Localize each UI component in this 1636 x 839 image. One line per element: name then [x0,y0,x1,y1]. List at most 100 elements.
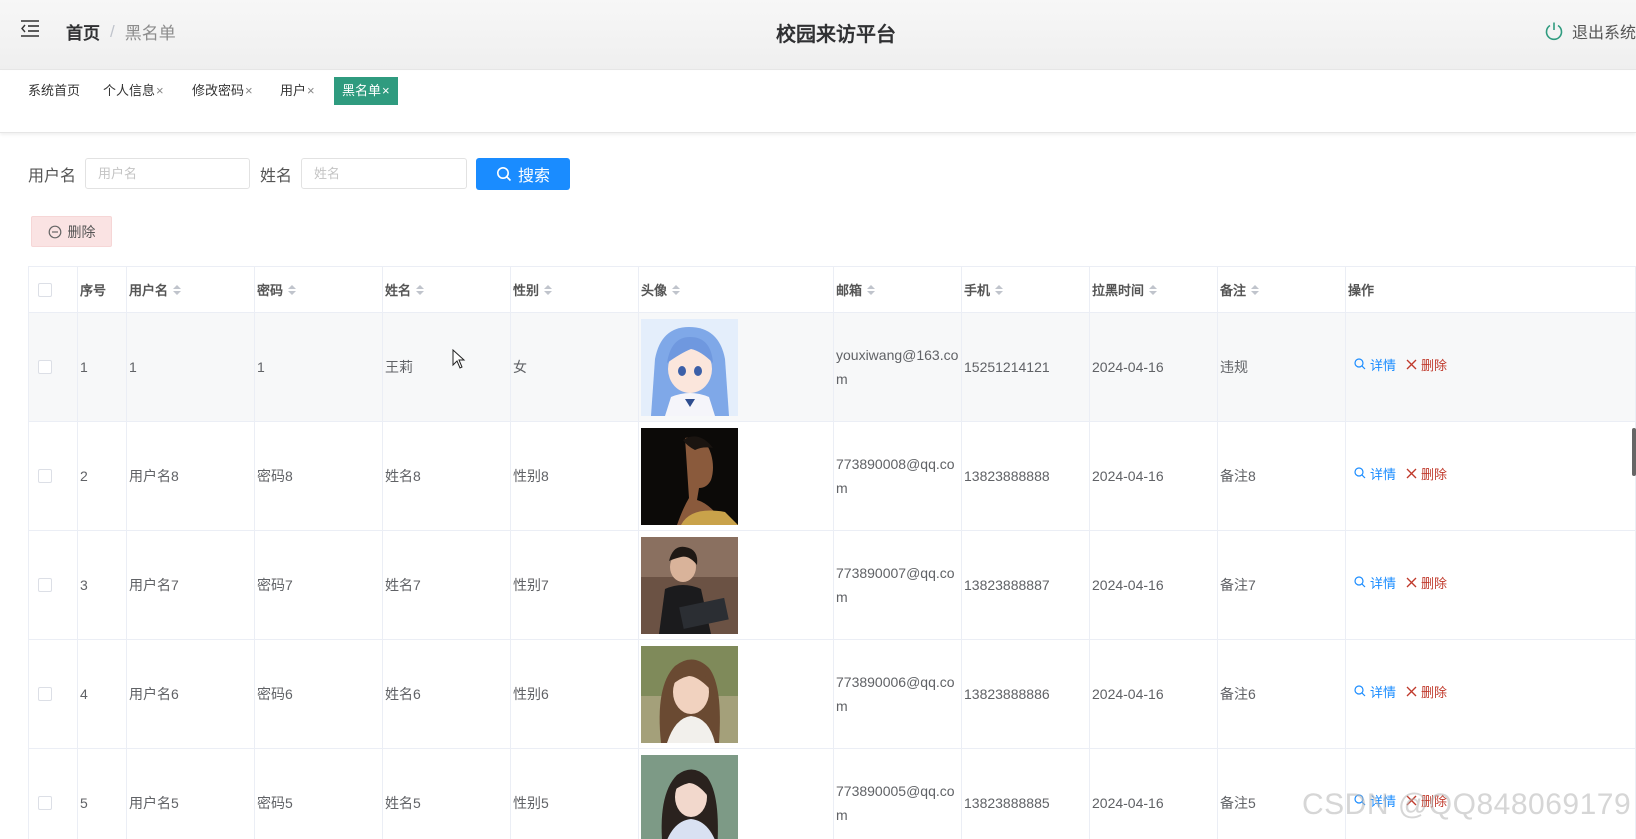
cell-note: 备注7 [1218,531,1346,639]
header-username[interactable]: 用户名 [127,267,255,312]
delete-button[interactable]: 删除 [1406,464,1447,483]
tag-profile[interactable]: 个人信息× [103,77,164,105]
detail-button[interactable]: 详情 [1354,573,1396,592]
row-select-cell [29,531,78,639]
scrollbar-thumb[interactable] [1632,428,1636,476]
sort-caret-icon[interactable] [1149,284,1158,295]
cell-email: 773890006@qq.com [834,640,962,748]
row-checkbox[interactable] [38,578,52,592]
table-header-row: 序号 用户名 密码 姓名 性别 头像 邮箱 手机 拉黑时间 备注 操作 [29,267,1636,313]
logout-label: 退出系统 [1572,25,1636,42]
cell-actions: 详情 删除 [1346,313,1636,421]
avatar-image[interactable] [641,536,738,634]
header-phone[interactable]: 手机 [962,267,1090,312]
tag-users[interactable]: 用户× [280,77,315,105]
column-header: 序号 [80,283,107,298]
batch-delete-button[interactable]: 删除 [31,216,112,247]
sort-caret-icon[interactable] [544,284,553,295]
close-icon[interactable]: × [245,83,253,98]
detail-label: 详情 [1370,357,1397,373]
cell-password: 密码5 [255,749,383,839]
mouse-cursor-icon [452,349,466,369]
avatar-image[interactable] [641,427,738,525]
select-all-checkbox[interactable] [38,282,52,297]
header-avatar[interactable]: 头像 [639,267,834,312]
tag-home[interactable]: 系统首页 [28,77,80,105]
row-checkbox[interactable] [38,687,52,701]
cell-phone: 13823888886 [962,640,1090,748]
cell-index: 2 [78,422,127,530]
tag-label: 系统首页 [28,83,81,98]
close-icon[interactable]: × [382,83,390,98]
search-form: 用户名 姓名 [28,158,468,189]
sort-caret-icon[interactable] [995,284,1004,295]
table-row[interactable]: 3 用户名7 密码7 姓名7 性别7 773890007@qq.com 1382… [29,531,1636,640]
tag-blacklist[interactable]: 黑名单× [334,77,398,105]
header-password[interactable]: 密码 [255,267,383,312]
avatar-image[interactable] [641,318,738,416]
cell-block-time: 2024-04-16 [1090,313,1218,421]
row-checkbox[interactable] [38,469,52,483]
logout-button[interactable]: 退出系统 [1544,19,1636,43]
tags-view-bar: 系统首页 个人信息× 修改密码× 用户× 黑名单× [0,71,1636,133]
tag-label: 修改密码 [192,83,245,98]
username-search-input[interactable] [85,158,251,189]
header-note[interactable]: 备注 [1218,267,1346,312]
row-checkbox[interactable] [38,796,52,810]
cell-password: 密码6 [255,640,383,748]
column-header: 操作 [1348,283,1375,298]
table-row[interactable]: 2 用户名8 密码8 姓名8 性别8 773890008@qq.com 1382… [29,422,1636,531]
tag-change-password[interactable]: 修改密码× [192,77,253,105]
delete-button[interactable]: 删除 [1406,682,1447,701]
close-icon[interactable]: × [156,83,164,98]
detail-button[interactable]: 详情 [1354,355,1396,374]
cell-actions: 详情 删除 [1346,422,1636,530]
header-email[interactable]: 邮箱 [834,267,962,312]
cell-note: 备注8 [1218,422,1346,530]
cell-username: 1 [127,313,255,421]
sort-caret-icon[interactable] [672,284,681,295]
close-icon[interactable]: × [307,83,315,98]
cell-email: 773890007@qq.com [834,531,962,639]
row-select-cell [29,749,78,839]
cell-phone: 13823888888 [962,422,1090,530]
delete-label: 删除 [1421,684,1448,700]
sort-caret-icon[interactable] [416,284,425,295]
detail-button[interactable]: 详情 [1354,464,1396,483]
detail-label: 详情 [1370,466,1397,482]
sort-caret-icon[interactable] [1251,284,1260,295]
search-button[interactable]: 搜索 [476,158,570,190]
search-icon [1354,467,1366,479]
cell-gender: 性别7 [511,531,639,639]
delete-button[interactable]: 删除 [1406,355,1447,374]
blacklist-table: 序号 用户名 密码 姓名 性别 头像 邮箱 手机 拉黑时间 备注 操作 1 1 … [28,266,1636,839]
delete-label: 删除 [1421,466,1448,482]
close-icon [1406,577,1417,587]
column-header: 备注 [1220,283,1247,298]
column-header: 邮箱 [836,283,863,298]
header-select-all-cell [29,267,78,312]
column-header: 用户名 [129,283,169,298]
sort-caret-icon[interactable] [288,284,297,295]
detail-button[interactable]: 详情 [1354,682,1396,701]
header-gender[interactable]: 性别 [511,267,639,312]
name-search-input[interactable] [301,158,468,189]
batch-delete-label: 删除 [67,223,96,240]
cell-password: 1 [255,313,383,421]
cell-block-time: 2024-04-16 [1090,749,1218,839]
cell-phone: 13823888885 [962,749,1090,839]
header-block-time[interactable]: 拉黑时间 [1090,267,1218,312]
header-name[interactable]: 姓名 [383,267,511,312]
detail-label: 详情 [1370,575,1397,591]
avatar-image[interactable] [641,754,738,839]
column-header: 姓名 [385,283,412,298]
sort-caret-icon[interactable] [173,284,182,295]
sort-caret-icon[interactable] [867,284,876,295]
delete-button[interactable]: 删除 [1406,573,1447,592]
cell-index: 3 [78,531,127,639]
avatar-image[interactable] [641,645,738,743]
table-row[interactable]: 4 用户名6 密码6 姓名6 性别6 773890006@qq.com 1382… [29,640,1636,749]
header-actions: 操作 [1346,267,1636,312]
row-checkbox[interactable] [38,360,52,374]
table-row[interactable]: 1 1 1 王莉 女 youxiwang@163.com 15251214121… [29,313,1636,422]
